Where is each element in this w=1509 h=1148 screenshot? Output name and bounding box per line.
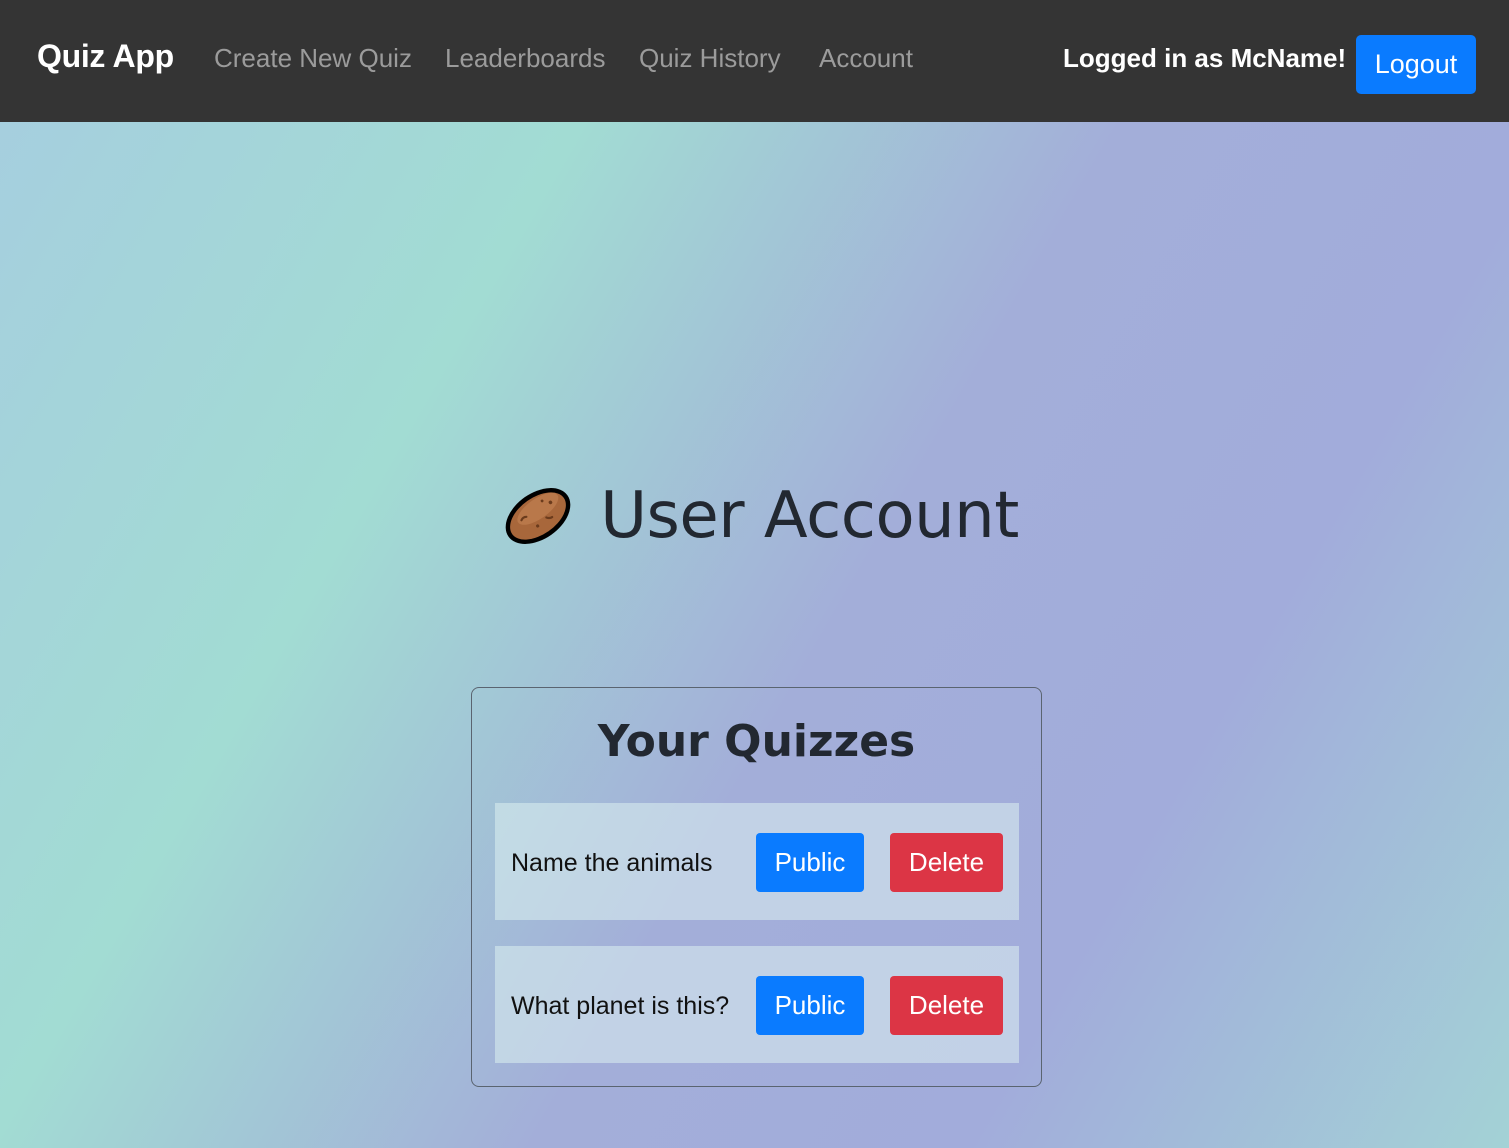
nav-account[interactable]: Account xyxy=(819,43,913,74)
delete-button[interactable]: Delete xyxy=(890,833,1003,892)
card-title: Your Quizzes xyxy=(597,716,916,767)
delete-button[interactable]: Delete xyxy=(890,976,1003,1035)
nav-create-new-quiz[interactable]: Create New Quiz xyxy=(214,43,412,74)
your-quizzes-card: Your Quizzes Name the animals Public Del… xyxy=(471,687,1042,1087)
nav-leaderboards[interactable]: Leaderboards xyxy=(445,43,605,74)
quiz-row: Name the animals Public Delete xyxy=(495,803,1019,920)
nav-quiz-history[interactable]: Quiz History xyxy=(639,43,781,74)
public-button[interactable]: Public xyxy=(756,833,864,892)
quiz-row: What planet is this? Public Delete xyxy=(495,946,1019,1063)
quiz-name: Name the animals xyxy=(511,849,713,877)
quiz-name: What planet is this? xyxy=(511,992,730,1020)
logged-in-status: Logged in as McName! xyxy=(1063,43,1347,73)
page-heading: User Account xyxy=(0,478,1509,554)
public-button[interactable]: Public xyxy=(756,976,864,1035)
navbar: Quiz App Create New Quiz Leaderboards Qu… xyxy=(0,0,1509,122)
logout-button[interactable]: Logout xyxy=(1356,35,1476,94)
page-title: User Account xyxy=(600,479,1019,553)
potato-icon xyxy=(505,488,571,544)
brand-link[interactable]: Quiz App xyxy=(37,38,174,75)
